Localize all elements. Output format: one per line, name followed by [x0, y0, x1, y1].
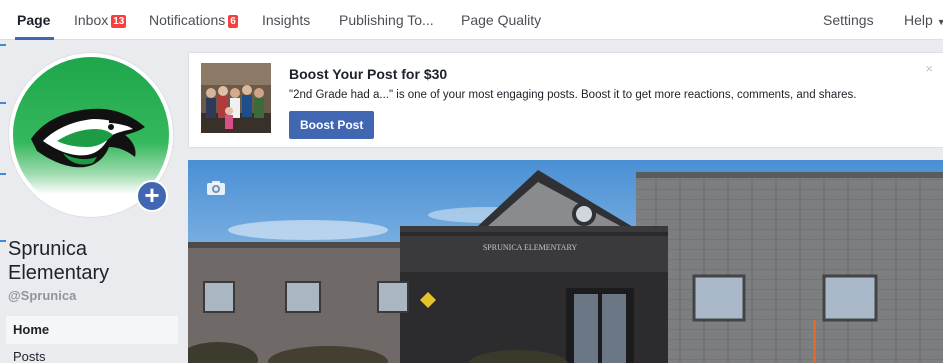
school-building-image: SPRUNICA ELEMENTARY [188, 160, 943, 363]
page-username[interactable]: @Sprunica [8, 288, 76, 303]
tab-publishing-tools[interactable]: Publishing To... [339, 0, 434, 40]
boost-post-button[interactable]: Boost Post [289, 111, 375, 139]
tab-page[interactable]: Page [14, 0, 56, 40]
help-menu[interactable]: Help ▼ [904, 0, 943, 40]
boost-post-card: Boost Your Post for $30 "2nd Grade had a… [188, 52, 943, 148]
edge-tick [0, 173, 6, 175]
edge-tick [0, 102, 6, 104]
sidebar-item-posts[interactable]: Posts [6, 344, 178, 363]
tab-notifications[interactable]: Notifications 6 [149, 0, 238, 40]
page-top-nav: Page Inbox 13 Notifications 6 Insights Pub… [0, 0, 943, 40]
caret-down-icon: ▼ [936, 17, 943, 27]
settings-link[interactable]: Settings [823, 0, 874, 40]
group-photo-icon [201, 63, 271, 133]
edge-tick [0, 240, 6, 242]
camera-icon[interactable] [206, 180, 226, 201]
cover-photo[interactable]: SPRUNICA ELEMENTARY [188, 160, 943, 363]
page-title[interactable]: Sprunica Elementary [8, 237, 178, 285]
tab-insights[interactable]: Insights [262, 0, 310, 40]
boost-title: Boost Your Post for $30 [289, 66, 448, 82]
tab-label: Insights [262, 12, 311, 28]
edge-tick [0, 44, 6, 46]
settings-label: Settings [823, 12, 874, 28]
post-thumbnail[interactable] [201, 63, 271, 133]
tab-page-quality[interactable]: Page Quality [461, 0, 541, 40]
sign-text: SPRUNICA ELEMENTARY [483, 243, 577, 252]
sidebar-item-home[interactable]: Home [6, 316, 178, 344]
close-icon[interactable]: × [925, 61, 933, 76]
plus-icon: + [144, 180, 160, 210]
tab-label: Page [17, 12, 51, 28]
tab-inbox[interactable]: Inbox 13 [74, 0, 127, 40]
tab-label: Publishing To... [339, 12, 434, 28]
boost-description: "2nd Grade had a..." is one of your most… [289, 89, 857, 101]
sidebar-nav: Home Posts [6, 316, 178, 363]
tab-label: Inbox [74, 12, 109, 28]
inbox-count-badge: 13 [111, 15, 127, 28]
tab-label: Page Quality [461, 12, 542, 28]
notifications-count-badge: 6 [228, 15, 238, 28]
help-label: Help [904, 12, 933, 28]
tab-label: Notifications [149, 12, 226, 28]
add-photo-button[interactable]: + [136, 180, 168, 212]
